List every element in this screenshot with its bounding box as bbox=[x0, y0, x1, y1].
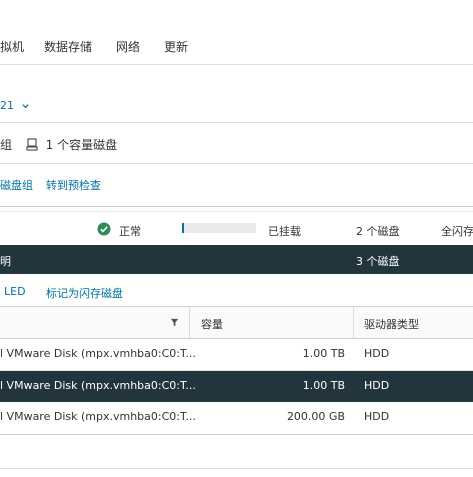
disk-capacity: 1.00 TB bbox=[302, 379, 345, 392]
disk-drive-type: HDD bbox=[364, 347, 390, 360]
tab-networks[interactable]: 网络 bbox=[116, 38, 140, 55]
tab-divider bbox=[0, 64, 473, 65]
table-bottom bbox=[0, 434, 473, 435]
status-ok-icon bbox=[97, 222, 111, 239]
tab-vms[interactable]: 拟机 bbox=[0, 38, 24, 55]
chevron-down-icon bbox=[21, 103, 29, 108]
table-row[interactable]: l VMware Disk (mpx.vmhba0:C0:T... 200.00… bbox=[0, 402, 473, 433]
disk-name: l VMware Disk (mpx.vmhba0:C0:T... bbox=[0, 410, 196, 423]
action-divider bbox=[0, 206, 473, 207]
section-divider bbox=[0, 122, 473, 123]
usage-bar-fill bbox=[182, 223, 184, 233]
capacity-disk-count: 1 个容量磁盘 bbox=[45, 138, 118, 152]
disk-drive-type: HDD bbox=[364, 410, 390, 423]
mounted-state: 已挂载 bbox=[268, 225, 301, 238]
disk-icon bbox=[26, 138, 38, 151]
go-to-precheck-link[interactable]: 转到预检查 bbox=[46, 177, 101, 193]
mark-as-flash-link[interactable]: 标记为闪存磁盘 bbox=[46, 285, 123, 301]
flash-type: 全闪存 bbox=[441, 225, 473, 238]
disk-count: 2 个磁盘 bbox=[356, 225, 400, 238]
selected-disk-group-row[interactable]: 明 3 个磁盘 bbox=[0, 245, 473, 274]
tab-datastores[interactable]: 数据存储 bbox=[44, 38, 92, 55]
group-summary: 组 1 个容量磁盘 bbox=[0, 136, 117, 153]
column-divider bbox=[353, 307, 354, 338]
disk-name: l VMware Disk (mpx.vmhba0:C0:T... bbox=[0, 379, 196, 392]
version-selector[interactable]: 21 bbox=[0, 99, 30, 112]
usage-bar bbox=[182, 223, 256, 233]
footer-divider bbox=[0, 468, 473, 469]
column-capacity[interactable]: 容量 bbox=[201, 316, 223, 332]
led-link[interactable]: LED bbox=[4, 285, 26, 298]
tab-updates[interactable]: 更新 bbox=[164, 38, 188, 55]
column-divider bbox=[189, 307, 190, 338]
disk-name: l VMware Disk (mpx.vmhba0:C0:T... bbox=[0, 347, 196, 360]
column-drive-type[interactable]: 驱动器类型 bbox=[364, 316, 419, 332]
disk-table-header: 容量 驱动器类型 bbox=[0, 307, 473, 338]
disk-drive-type: HDD bbox=[364, 379, 390, 392]
disk-capacity: 1.00 TB bbox=[302, 347, 345, 360]
selected-row-disk-count: 3 个磁盘 bbox=[356, 255, 400, 268]
status-text: 正常 bbox=[119, 225, 141, 238]
filter-icon[interactable] bbox=[170, 318, 179, 327]
summary-divider bbox=[0, 163, 473, 164]
table-top-line bbox=[0, 211, 473, 212]
table-row[interactable]: l VMware Disk (mpx.vmhba0:C0:T... 1.00 T… bbox=[0, 339, 473, 370]
group-summary-prefix: 组 bbox=[0, 138, 13, 152]
selected-row-label: 明 bbox=[0, 255, 11, 268]
table-row[interactable]: l VMware Disk (mpx.vmhba0:C0:T... 1.00 T… bbox=[0, 371, 473, 402]
disk-group-link[interactable]: 磁盘组 bbox=[0, 177, 33, 193]
disk-capacity: 200.00 GB bbox=[286, 410, 345, 423]
version-selector-label: 21 bbox=[0, 99, 14, 112]
